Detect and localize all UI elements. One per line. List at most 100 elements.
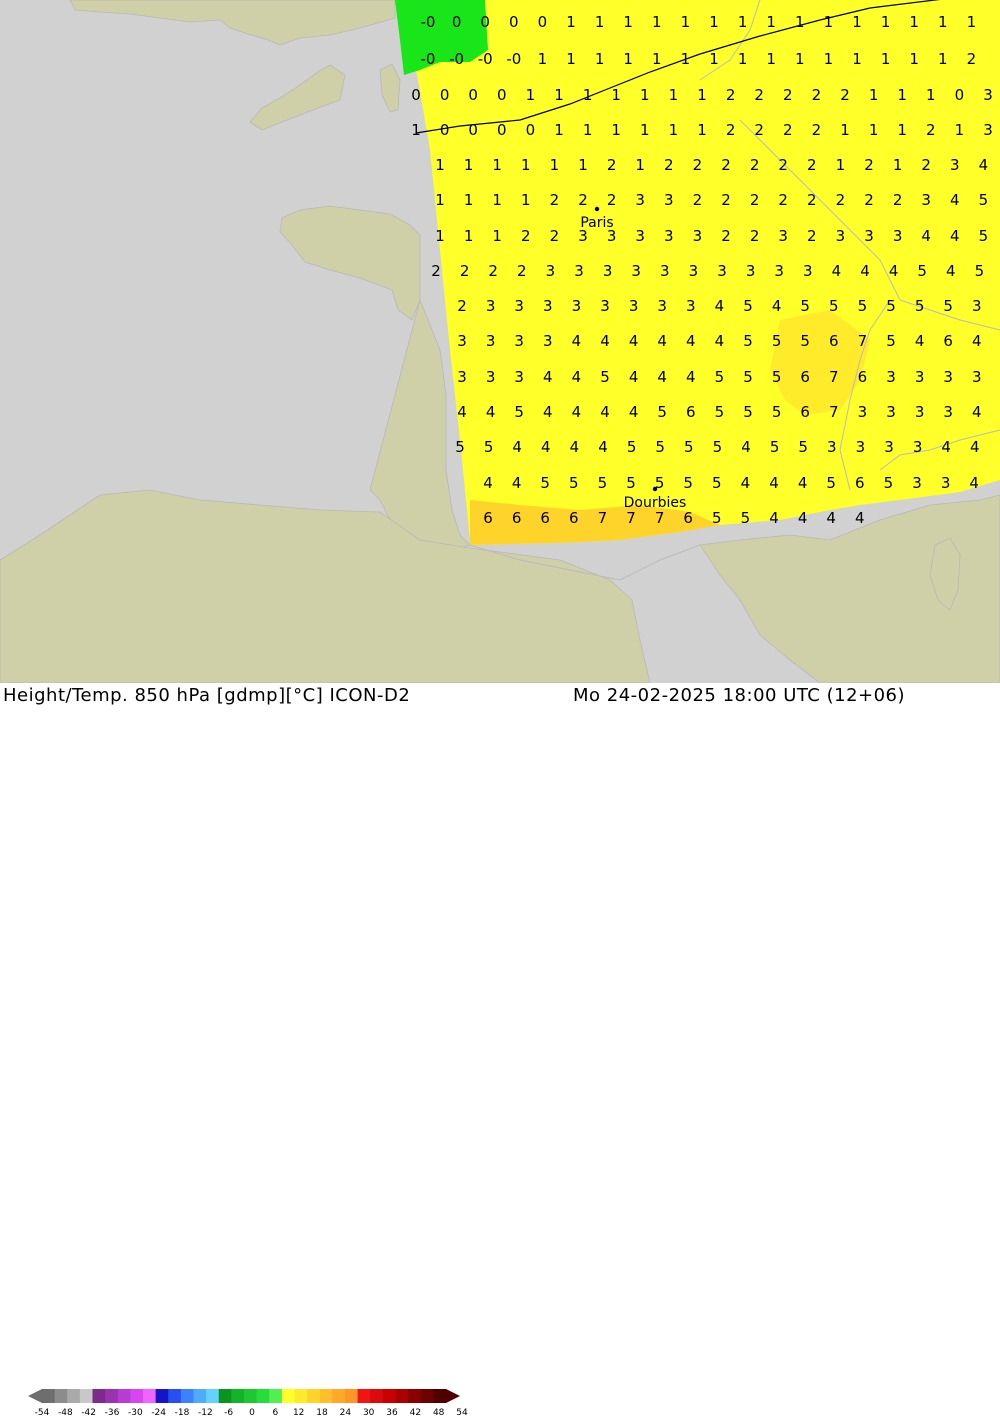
value-label: 1 (611, 121, 621, 139)
value-label: 6 (800, 403, 810, 421)
city-label: Paris (580, 215, 613, 231)
value-label: 6 (683, 509, 693, 527)
scale-swatch (155, 1389, 169, 1403)
value-label: 3 (664, 227, 674, 245)
value-label: 1 (538, 50, 548, 68)
value-label: 4 (572, 332, 582, 350)
value-label: 0 (526, 121, 536, 139)
value-label: 2 (550, 227, 560, 245)
value-label: 0 (468, 86, 478, 104)
value-label: 4 (889, 262, 899, 280)
value-label: 3 (574, 262, 584, 280)
value-label: 7 (829, 368, 839, 386)
scale-label: -6 (224, 1408, 233, 1417)
value-label: 3 (803, 262, 813, 280)
value-label: 5 (772, 332, 782, 350)
value-label: 0 (538, 13, 548, 31)
value-label: 7 (598, 509, 608, 527)
value-label: 4 (512, 474, 522, 492)
scale-swatch (42, 1389, 56, 1403)
value-label: 2 (778, 156, 788, 174)
value-label: 3 (457, 368, 467, 386)
value-label: 3 (543, 297, 553, 315)
scale-label: 30 (363, 1408, 375, 1417)
value-label: 4 (629, 403, 639, 421)
value-label: 0 (497, 121, 507, 139)
value-label: -0 (421, 13, 436, 31)
color-scale-labels: -54 -48 -42 -36 -30 -24 -18 -12 -6 0 6 12 18 24 30 36 42… (35, 1408, 468, 1417)
value-label: 5 (800, 297, 810, 315)
value-label: 5 (917, 262, 927, 280)
value-label: 1 (521, 156, 531, 174)
value-label: 1 (881, 50, 891, 68)
value-label: 3 (486, 368, 496, 386)
scale-label: -30 (128, 1408, 143, 1417)
value-label: 4 (741, 474, 751, 492)
value-label: 4 (950, 227, 960, 245)
value-label: 2 (807, 227, 817, 245)
value-label: 4 (543, 403, 553, 421)
value-label: 5 (741, 509, 751, 527)
value-label: 3 (514, 332, 524, 350)
value-label: 4 (572, 368, 582, 386)
value-label: 1 (623, 50, 633, 68)
value-label: 0 (509, 13, 519, 31)
value-label: 4 (941, 438, 951, 456)
scale-swatch (307, 1389, 321, 1403)
scale-label: -48 (58, 1408, 73, 1417)
value-label: 5 (798, 438, 808, 456)
value-label: 3 (746, 262, 756, 280)
value-label: 6 (943, 332, 953, 350)
value-label: 0 (955, 86, 965, 104)
value-label: 5 (884, 474, 894, 492)
value-label: 1 (909, 50, 919, 68)
title-left: Height/Temp. 850 hPa [gdmp][°C] ICON-D2 (3, 685, 411, 706)
value-label: 3 (686, 297, 696, 315)
scale-label: 12 (293, 1408, 304, 1417)
value-label: 1 (681, 13, 691, 31)
value-label: 3 (774, 262, 784, 280)
value-label: 3 (603, 262, 613, 280)
value-label: 1 (411, 121, 421, 139)
value-label: 0 (440, 86, 450, 104)
scale-swatch (218, 1389, 232, 1403)
scale-label: 48 (433, 1408, 445, 1417)
value-label: 1 (795, 50, 805, 68)
value-label: 2 (664, 156, 674, 174)
value-label: 3 (717, 262, 727, 280)
value-label: 3 (631, 262, 641, 280)
scale-swatch (281, 1389, 295, 1403)
value-label: 4 (950, 191, 960, 209)
value-label: 5 (743, 297, 753, 315)
scale-swatch (143, 1389, 157, 1403)
value-label: 4 (715, 297, 725, 315)
value-label: 4 (921, 227, 931, 245)
value-label: 5 (743, 403, 753, 421)
value-label: 4 (972, 332, 982, 350)
scale-swatch (180, 1389, 194, 1403)
value-label: 1 (583, 121, 593, 139)
value-label: 1 (669, 121, 679, 139)
value-label: 2 (926, 121, 936, 139)
value-label: 1 (554, 121, 564, 139)
value-label: 1 (492, 227, 502, 245)
value-label: 6 (800, 368, 810, 386)
value-label: 1 (766, 13, 776, 31)
value-label: 1 (492, 191, 502, 209)
value-label: 1 (583, 86, 593, 104)
scale-label: -24 (151, 1408, 166, 1417)
value-label: 5 (800, 332, 810, 350)
value-label: 1 (955, 121, 965, 139)
value-label: 4 (629, 332, 639, 350)
value-label: 1 (881, 13, 891, 31)
value-label: 2 (864, 191, 874, 209)
value-label: 1 (909, 13, 919, 31)
scale-swatch (168, 1389, 182, 1403)
value-label: 5 (886, 332, 896, 350)
value-label: 1 (623, 13, 633, 31)
title-right: Mo 24-02-2025 18:00 UTC (12+06) (573, 685, 906, 706)
value-label: 2 (754, 86, 764, 104)
value-label: 2 (807, 156, 817, 174)
value-label: 1 (697, 86, 707, 104)
value-label: 6 (858, 368, 868, 386)
